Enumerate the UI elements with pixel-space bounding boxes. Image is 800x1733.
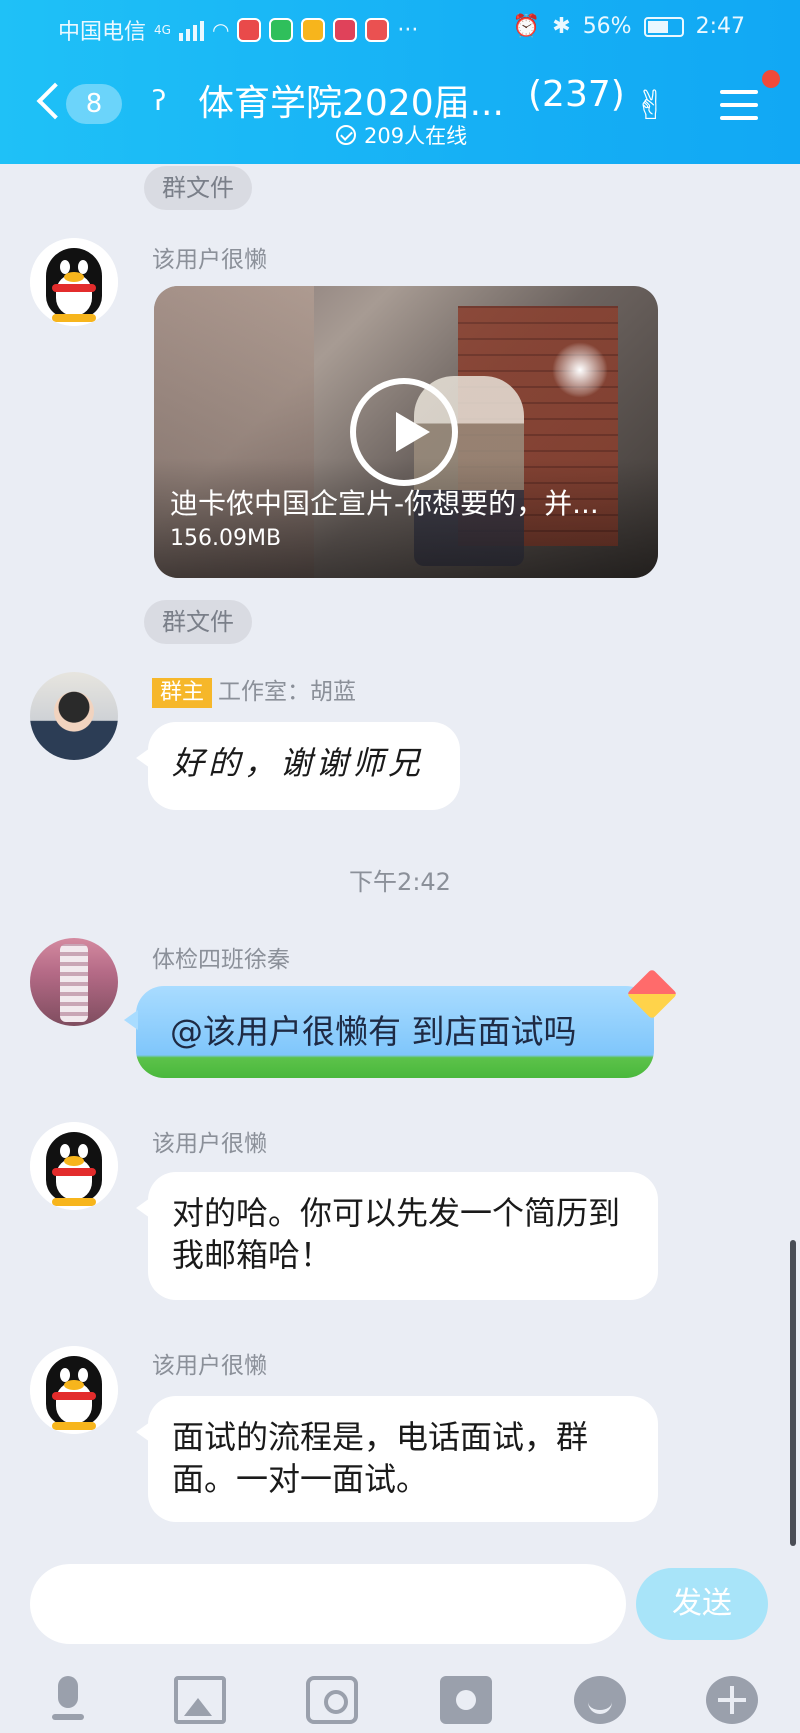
message-input[interactable]: [30, 1564, 626, 1644]
online-count: 209人在线: [364, 124, 468, 148]
sender-name: 体检四班徐秦: [152, 947, 290, 973]
avatar[interactable]: [30, 238, 118, 326]
more-notifications-icon: ···: [397, 17, 419, 43]
timestamp: 下午2:42: [349, 868, 451, 896]
penguin-avatar-icon: [30, 1122, 118, 1210]
check-icon: [336, 125, 356, 145]
penguin-avatar-icon: [30, 1346, 118, 1434]
nav-row: 8 ʔ 体育学院2020届... (237) 209人在线 ✌: [0, 70, 800, 150]
owner-badge: 群主: [152, 678, 213, 708]
group-file-chip[interactable]: 群文件: [144, 600, 252, 644]
sender-name: 群主 工作室：胡蓝: [152, 672, 356, 708]
penguin-avatar-icon: [30, 238, 118, 326]
message-bubble[interactable]: 对的哈。你可以先发一个简历到我邮箱哈！: [136, 1172, 658, 1300]
carrier-label: 中国电信: [58, 20, 147, 45]
battery-percent: 56%: [582, 14, 632, 39]
sender-label: 工作室：胡蓝: [218, 679, 357, 705]
emoji-icon[interactable]: [574, 1676, 626, 1724]
battery-icon: [643, 16, 684, 37]
bluetooth-icon: ✱: [552, 14, 571, 39]
message-bubble[interactable]: 好的，谢谢师兄: [136, 722, 460, 810]
menu-icon[interactable]: [720, 90, 758, 120]
status-bar: 中国电信 4G ◠ ··· ⏰ ✱ 56% 2:47: [0, 0, 800, 54]
ear-icon[interactable]: ʔ: [152, 84, 182, 118]
group-title[interactable]: 体育学院2020届...: [198, 74, 504, 126]
app-icon: [237, 18, 262, 42]
hand-icon[interactable]: ✌: [634, 82, 682, 130]
avatar[interactable]: [30, 1122, 118, 1210]
group-file-chip[interactable]: 群文件: [144, 166, 252, 210]
mic-icon[interactable]: [42, 1676, 94, 1724]
input-toolbar: [0, 1668, 800, 1728]
sender-name: 该用户很懒: [152, 1353, 267, 1379]
alarm-icon: ⏰: [512, 14, 541, 39]
sender-name: 该用户很懒: [152, 247, 267, 273]
image-icon[interactable]: [174, 1676, 226, 1724]
chat-header: 中国电信 4G ◠ ··· ⏰ ✱ 56% 2:47 8 ʔ 体育学院2020届…: [0, 0, 800, 164]
app-icon: [365, 18, 390, 42]
input-bar: 发送: [0, 1548, 800, 1733]
message-bubble[interactable]: 面试的流程是，电话面试，群面。一对一面试。: [136, 1396, 658, 1522]
scrollbar[interactable]: [790, 1240, 796, 1546]
plus-icon[interactable]: [706, 1676, 758, 1724]
wifi-icon: ◠: [211, 18, 230, 42]
notification-dot: [762, 70, 780, 88]
member-count[interactable]: (237): [528, 74, 625, 115]
app-icon: [301, 18, 326, 42]
sender-name: 该用户很懒: [152, 1131, 267, 1157]
avatar[interactable]: [30, 1346, 118, 1434]
video-size: 156.09MB: [170, 526, 282, 551]
network-label: 4G: [154, 23, 171, 37]
play-icon[interactable]: [350, 378, 458, 486]
app-icon: [333, 18, 358, 42]
online-status: 209人在线: [336, 120, 467, 150]
message-bubble[interactable]: @该用户很懒有 到店面试吗: [124, 986, 654, 1078]
avatar[interactable]: [30, 938, 118, 1026]
signal-icon: [178, 19, 204, 41]
camera-icon[interactable]: [306, 1676, 358, 1724]
avatar[interactable]: [30, 672, 118, 760]
send-button[interactable]: 发送: [636, 1568, 768, 1640]
clock: 2:47: [695, 14, 745, 39]
video-title: 迪卡侬中国企宣片-你想要的，并...: [170, 487, 599, 520]
video-message[interactable]: 迪卡侬中国企宣片-你想要的，并... 156.09MB: [154, 286, 658, 578]
app-icon: [269, 18, 294, 42]
unread-count-badge[interactable]: 8: [66, 84, 122, 124]
red-envelope-icon[interactable]: [440, 1676, 492, 1724]
